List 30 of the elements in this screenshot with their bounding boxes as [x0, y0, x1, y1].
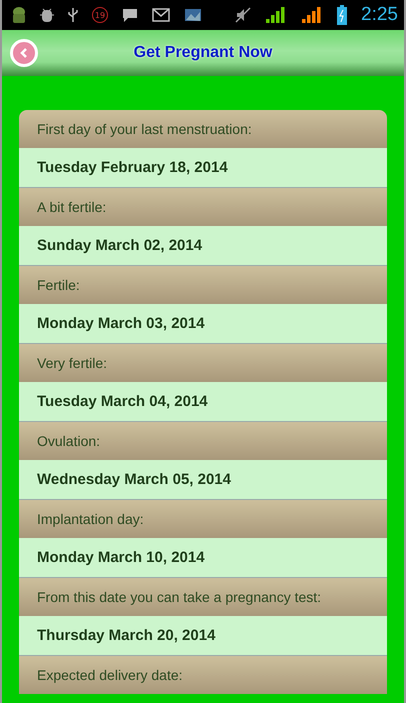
notification-count: 19: [92, 7, 108, 23]
back-button[interactable]: [10, 39, 38, 67]
date-value: Monday March 03, 2014: [37, 315, 205, 332]
bug-icon: [40, 7, 54, 23]
date-value: Sunday March 02, 2014: [37, 237, 202, 254]
signal-icon: [265, 7, 288, 23]
back-icon: [18, 47, 30, 59]
mail-icon: [152, 8, 170, 22]
image-icon: [184, 7, 202, 23]
signal-icon: [301, 7, 324, 23]
date-label: First day of your last menstruation:: [37, 121, 252, 137]
date-label: Fertile:: [37, 277, 80, 293]
battery-icon: [337, 5, 348, 25]
date-label: A bit fertile:: [37, 199, 106, 215]
date-value: Thursday March 20, 2014: [37, 627, 216, 644]
date-label: From this date you can take a pregnancy test:: [37, 589, 322, 605]
date-label: Expected delivery date:: [37, 667, 183, 683]
date-label: Ovulation:: [37, 433, 100, 449]
chat-icon: [122, 8, 138, 22]
app-title: Get Pregnant Now: [132, 44, 274, 62]
android-icon: [12, 6, 26, 24]
date-value: Monday March 10, 2014: [37, 549, 205, 566]
date-label: Implantation day:: [37, 511, 144, 527]
date-value: Wednesday March 05, 2014: [37, 471, 231, 488]
clock-time: 2:25: [361, 4, 398, 26]
mute-icon: [235, 7, 252, 23]
date-label: Very fertile:: [37, 355, 108, 371]
date-value: Tuesday February 18, 2014: [37, 159, 228, 176]
usb-icon: [68, 7, 78, 23]
date-value: Tuesday March 04, 2014: [37, 393, 208, 410]
